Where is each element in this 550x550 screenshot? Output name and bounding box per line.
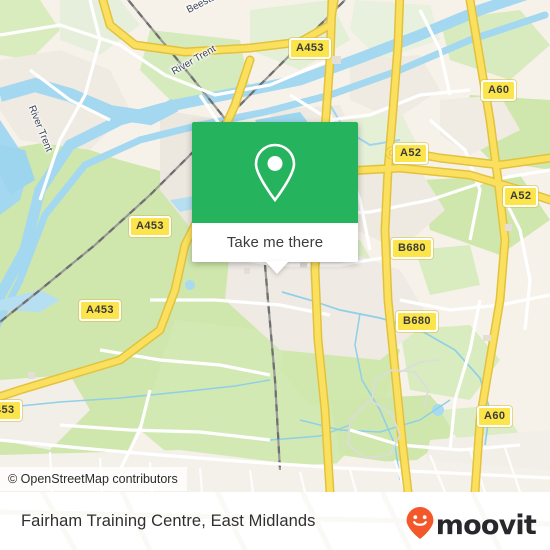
map-canvas[interactable]: Beeston Canal River Trent River Trent A4… (0, 0, 550, 492)
location-info-card[interactable]: Take me there (192, 122, 358, 262)
card-pin-panel (192, 122, 358, 223)
road-shield-a60-bottomright: A60 (477, 406, 513, 427)
road-shield-a453-mid: A453 (129, 216, 171, 237)
road-shield-453-clipped: 453 (0, 400, 22, 421)
road-shield-a52-right: A52 (503, 186, 539, 207)
moovit-smiley-pin-icon (405, 506, 435, 545)
moovit-logo: moovit (405, 506, 537, 545)
road-shield-a453-top: A453 (289, 38, 331, 59)
location-pin-icon (252, 142, 298, 204)
road-shield-b680-lower: B680 (396, 311, 438, 332)
take-me-there-label: Take me there (226, 234, 324, 251)
card-pointer-tail (265, 261, 289, 274)
road-shield-a52-upper: A52 (393, 143, 429, 164)
take-me-there-button[interactable]: Take me there (192, 223, 358, 262)
bottom-info-bar: Fairham Training Centre, East Midlands m… (0, 492, 550, 550)
moovit-wordmark: moovit (435, 510, 537, 541)
road-shield-a453-lower: A453 (79, 300, 121, 321)
osm-attribution[interactable]: © OpenStreetMap contributors (0, 467, 187, 491)
road-shield-a60-topright: A60 (481, 80, 517, 101)
map-screenshot: Beeston Canal River Trent River Trent A4… (0, 0, 550, 550)
road-shield-b680-upper: B680 (391, 238, 433, 259)
page-title: Fairham Training Centre, East Midlands (21, 511, 316, 530)
